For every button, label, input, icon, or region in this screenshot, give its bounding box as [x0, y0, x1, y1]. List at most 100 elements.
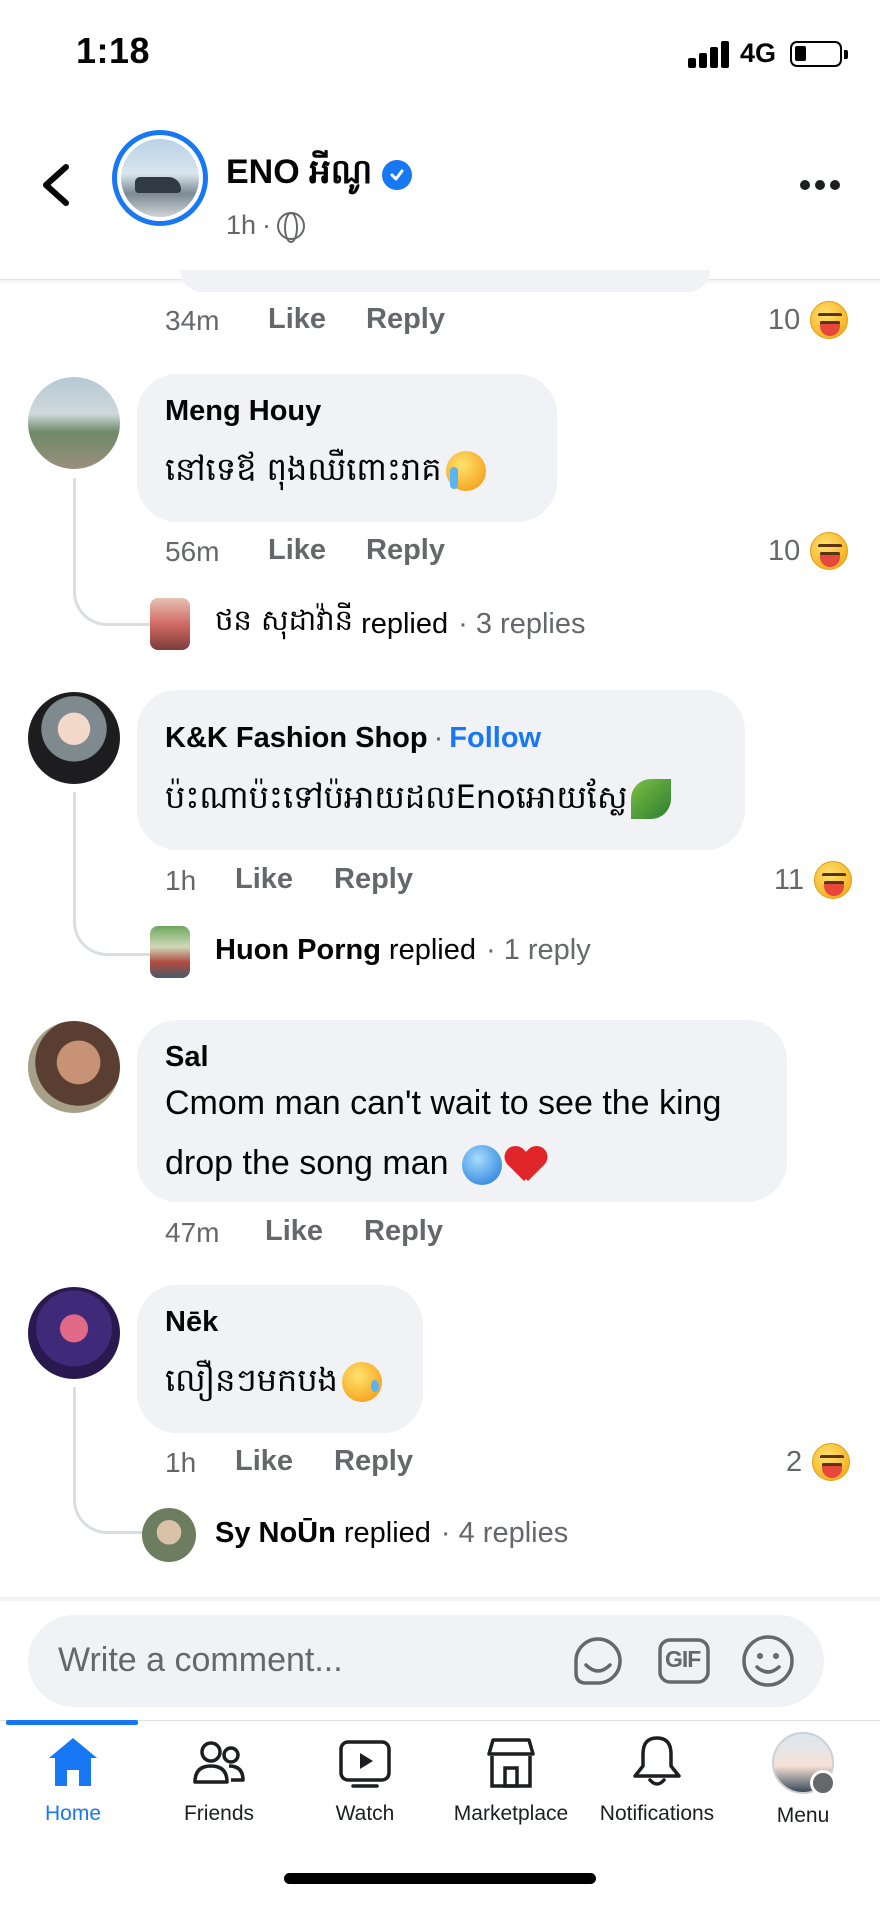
crying-emoji-icon: [445, 451, 486, 491]
view-replies-link[interactable]: Sy NoŪn replied · 4 replies: [215, 1517, 568, 1550]
haha-reaction-icon: [812, 1443, 851, 1481]
reaction-count: 11: [774, 863, 805, 896]
tab-watch[interactable]: Watch: [292, 1732, 438, 1842]
avatar[interactable]: [28, 692, 120, 784]
active-tab-indicator: [6, 1720, 138, 1725]
comment-text: នៅទេឪ ពុងឈឺពោះរាគ: [165, 438, 486, 500]
divider: [0, 1597, 880, 1601]
reaction-count: 10: [768, 534, 801, 567]
globe-icon: [277, 211, 306, 243]
reply-avatar[interactable]: [142, 1508, 196, 1562]
reaction-summary[interactable]: 11: [774, 861, 853, 899]
view-replies-link[interactable]: Huon Porng replied · 1 reply: [215, 934, 591, 967]
marketplace-icon: [487, 1738, 535, 1788]
reply-button[interactable]: Reply: [366, 534, 445, 567]
comment-author[interactable]: Sal: [165, 1041, 209, 1074]
reply-button[interactable]: Reply: [334, 1445, 413, 1478]
status-time: 1:18: [76, 30, 151, 71]
gif-label: GIF: [665, 1646, 701, 1672]
tab-label: Menu: [776, 1804, 830, 1827]
like-button[interactable]: Like: [235, 1445, 293, 1478]
comment-author[interactable]: Nēk: [165, 1306, 218, 1339]
avatar[interactable]: [28, 1287, 120, 1379]
signal-icon: [688, 40, 730, 68]
post-time: 1h: [226, 210, 257, 240]
avatar[interactable]: [28, 1021, 120, 1113]
page-name-link[interactable]: ENO អីណូ: [226, 150, 413, 200]
comment-author[interactable]: Meng Houy: [165, 395, 321, 428]
comment-input[interactable]: Write a comment...: [58, 1641, 343, 1680]
tab-label: Watch: [335, 1802, 395, 1825]
watch-icon: [339, 1740, 391, 1788]
tab-label: Marketplace: [453, 1802, 569, 1825]
reaction-count: 10: [768, 303, 801, 336]
reaction-summary[interactable]: 10: [768, 532, 849, 570]
comment-author-line: K&K Fashion Shop · Follow: [165, 722, 542, 754]
home-icon: [49, 1738, 97, 1786]
comment-text-line1: Cmom man can't wait to see the king: [165, 1084, 722, 1122]
comment-time: 1h: [165, 1447, 197, 1478]
comment-bubble-partial: [180, 270, 710, 292]
verified-badge-icon: [382, 160, 413, 190]
tab-notifications[interactable]: Notifications: [584, 1732, 730, 1842]
red-heart-emoji-icon: [506, 1147, 546, 1183]
bell-icon: [633, 1736, 681, 1786]
page-avatar[interactable]: [112, 130, 208, 226]
reaction-count: 2: [786, 1445, 803, 1478]
gif-button[interactable]: GIF: [654, 1631, 714, 1691]
reaction-summary[interactable]: 10: [768, 301, 849, 339]
post-meta: 1h ·: [226, 210, 306, 243]
comment-text: ប៉ះណាប៉ះទៅប៉អាយដលEnoអោយស្លែ: [165, 766, 672, 828]
avatar[interactable]: [28, 377, 120, 469]
comment-author[interactable]: K&K Fashion Shop: [165, 722, 428, 754]
sad-tear-emoji-icon: [341, 1362, 382, 1402]
haha-reaction-icon: [810, 532, 849, 570]
comment-text-line2: drop the song man: [165, 1132, 546, 1194]
meta-separator: ·: [262, 210, 272, 240]
like-button[interactable]: Like: [268, 534, 326, 567]
like-button[interactable]: Like: [265, 1215, 323, 1248]
emoji-icon[interactable]: [738, 1631, 798, 1691]
profile-avatar: [772, 1732, 836, 1796]
more-options-button[interactable]: [800, 170, 846, 200]
haha-reaction-icon: [814, 861, 853, 899]
follow-button[interactable]: Follow: [449, 722, 541, 754]
tab-menu[interactable]: Menu: [730, 1732, 876, 1842]
post-header: ENO អីណូ 1h ·: [0, 110, 880, 280]
comment-composer[interactable]: Write a comment... GIF: [28, 1615, 824, 1707]
haha-reaction-icon: [810, 301, 849, 339]
menu-badge-icon: [810, 1770, 836, 1796]
page-name: ENO អីណូ: [226, 153, 373, 191]
tab-label: Notifications: [599, 1802, 715, 1825]
tab-home[interactable]: Home: [0, 1732, 146, 1842]
comment-time: 56m: [165, 536, 220, 567]
comment-time: 1h: [165, 865, 197, 896]
view-replies-link[interactable]: ថន សុដាវ៉ានី replied · 3 replies: [215, 603, 585, 645]
like-button[interactable]: Like: [268, 303, 326, 336]
like-button[interactable]: Like: [235, 863, 293, 896]
reply-button[interactable]: Reply: [364, 1215, 443, 1248]
tab-label: Home: [44, 1802, 102, 1825]
reply-button[interactable]: Reply: [334, 863, 413, 896]
reply-avatar[interactable]: [150, 926, 190, 978]
battery-icon: [790, 41, 848, 67]
cold-face-emoji-icon: [461, 1145, 502, 1186]
comment-text: លឿនៗមកបង: [165, 1349, 382, 1411]
comment-time: 34m: [165, 305, 220, 336]
thread-connector: [73, 1387, 148, 1534]
leafy-green-emoji-icon: [631, 779, 672, 819]
friends-icon: [193, 1741, 245, 1784]
back-button[interactable]: [36, 155, 76, 215]
reply-avatar[interactable]: [150, 598, 190, 650]
tab-marketplace[interactable]: Marketplace: [438, 1732, 584, 1842]
home-indicator: [284, 1873, 596, 1884]
tab-label: Friends: [183, 1802, 255, 1825]
sticker-icon[interactable]: [568, 1631, 628, 1691]
network-type: 4G: [740, 38, 777, 68]
chevron-left-icon: [43, 164, 69, 206]
status-bar: 1:18 4G: [0, 0, 880, 110]
reply-button[interactable]: Reply: [366, 303, 445, 336]
reaction-summary[interactable]: 2: [786, 1443, 851, 1481]
tab-friends[interactable]: Friends: [146, 1732, 292, 1842]
comment-time: 47m: [165, 1217, 220, 1248]
